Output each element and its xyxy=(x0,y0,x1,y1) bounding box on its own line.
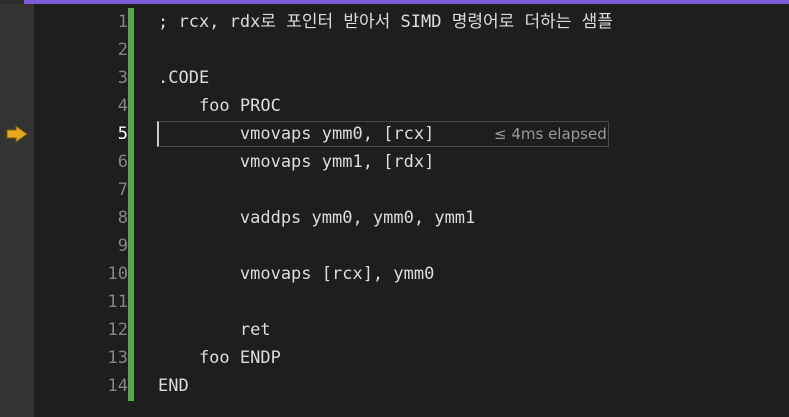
line-number: 2 xyxy=(117,40,128,60)
line-number-current: 5 xyxy=(117,124,128,144)
code-line[interactable]: ret xyxy=(134,316,789,344)
code-line[interactable]: END xyxy=(134,372,789,400)
code-line-text: ; rcx, rdx로 포인터 받아서 SIMD 명령어로 더하는 샘플 xyxy=(158,12,613,32)
line-number-gutter: 1 2 3 4 5 6 7 8 9 10 11 12 13 14 xyxy=(34,4,128,417)
code-line[interactable]: foo ENDP xyxy=(134,344,789,372)
code-line[interactable]: vmovaps [rcx], ymm0 xyxy=(134,260,789,288)
code-text-area[interactable]: ; rcx, rdx로 포인터 받아서 SIMD 명령어로 더하는 샘플 .CO… xyxy=(134,4,789,417)
execution-pointer-icon xyxy=(6,125,28,143)
code-line-text: foo ENDP xyxy=(158,348,281,368)
code-line[interactable] xyxy=(134,176,789,204)
code-editor[interactable]: 1 2 3 4 5 6 7 8 9 10 11 12 13 14 ; rcx, … xyxy=(0,0,789,417)
line-number: 6 xyxy=(117,152,128,172)
code-line-text: END xyxy=(158,376,189,396)
code-line-text: vmovaps [rcx], ymm0 xyxy=(158,264,435,284)
code-line-text: ret xyxy=(158,320,271,340)
code-line[interactable]: .CODE xyxy=(134,64,789,92)
code-line-text: .CODE xyxy=(158,68,210,88)
glyph-margin[interactable] xyxy=(0,4,34,417)
code-line-text: vmovaps ymm1, [rdx] xyxy=(158,152,435,172)
elapsed-time-label: ≤ 4ms elapsed xyxy=(494,125,607,143)
line-number: 3 xyxy=(117,68,128,88)
code-line-text: vmovaps ymm0, [rcx] xyxy=(158,124,435,144)
line-number: 4 xyxy=(117,96,128,116)
code-line[interactable]: foo PROC xyxy=(134,92,789,120)
code-line[interactable] xyxy=(134,36,789,64)
line-number: 10 xyxy=(107,264,128,284)
code-line[interactable] xyxy=(134,232,789,260)
code-line-text: vaddps ymm0, ymm0, ymm1 xyxy=(158,208,476,228)
code-line-text: foo PROC xyxy=(158,96,281,116)
line-number: 14 xyxy=(107,376,128,396)
line-number: 12 xyxy=(107,320,128,340)
code-line[interactable]: vaddps ymm0, ymm0, ymm1 xyxy=(134,204,789,232)
line-number: 8 xyxy=(117,208,128,228)
line-number: 9 xyxy=(117,236,128,256)
code-line[interactable] xyxy=(134,288,789,316)
code-line[interactable]: ; rcx, rdx로 포인터 받아서 SIMD 명령어로 더하는 샘플 xyxy=(134,8,789,36)
line-number: 7 xyxy=(117,180,128,200)
line-number: 11 xyxy=(107,292,128,312)
line-number: 13 xyxy=(107,348,128,368)
code-line[interactable]: vmovaps ymm1, [rdx] xyxy=(134,148,789,176)
line-number: 1 xyxy=(117,12,128,32)
code-line-current[interactable]: vmovaps ymm0, [rcx] ≤ 4ms elapsed xyxy=(134,120,789,148)
